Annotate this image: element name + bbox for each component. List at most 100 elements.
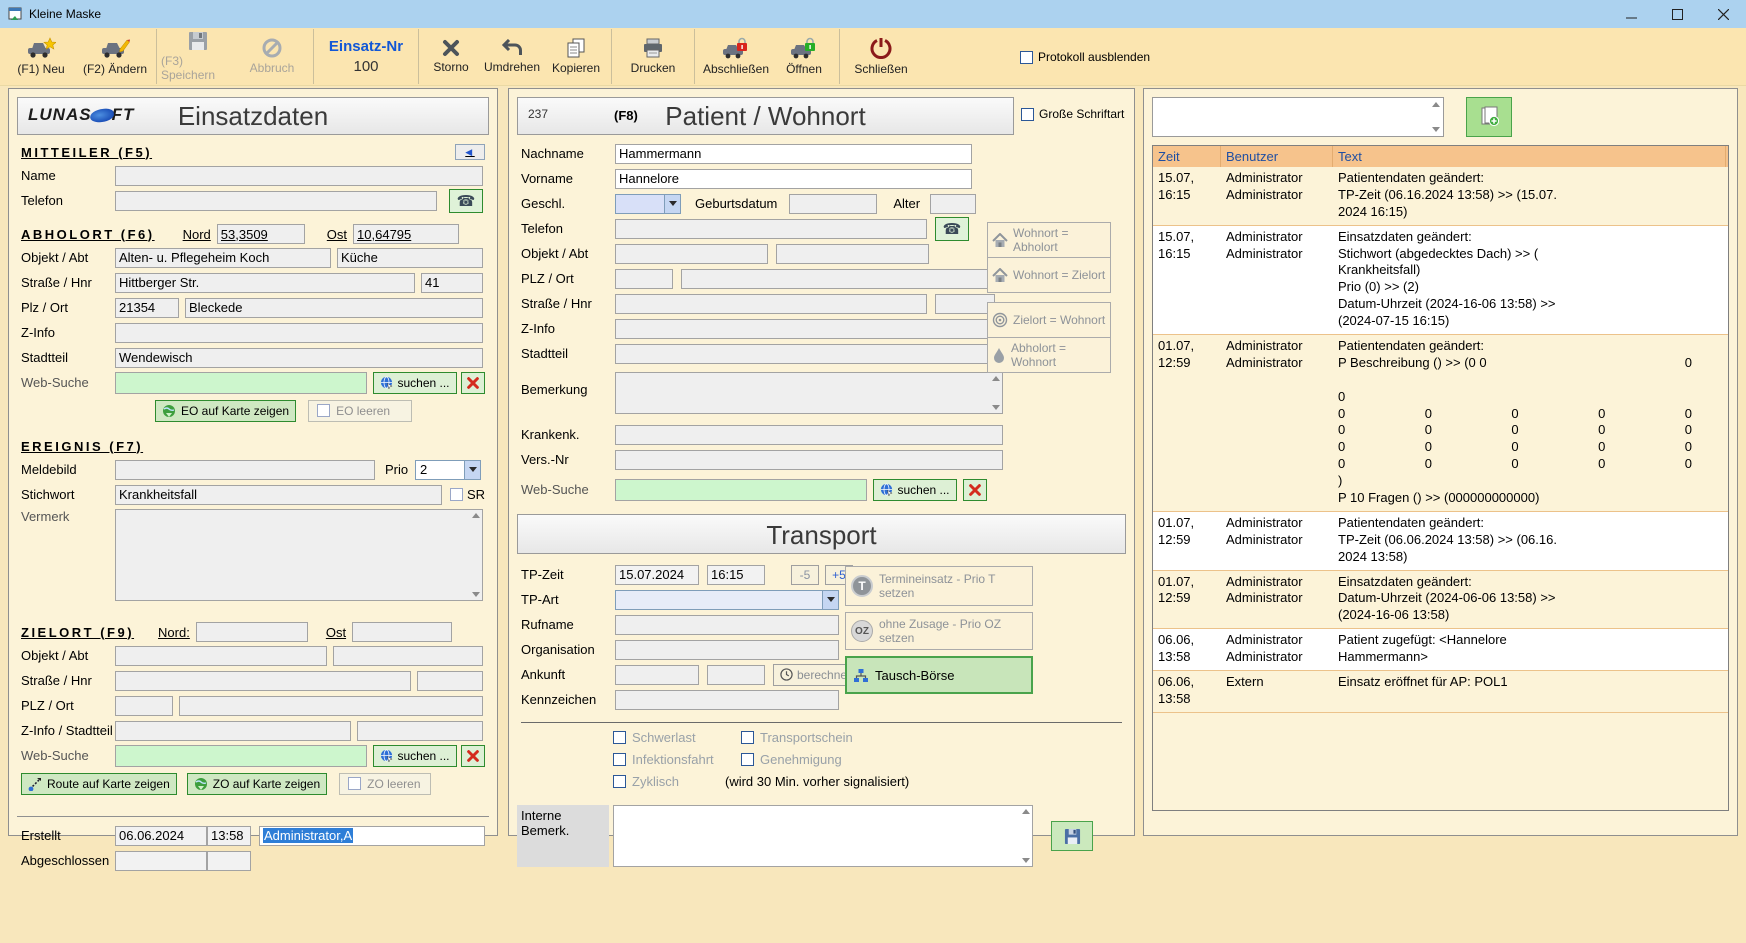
drucken-button[interactable]: Drucken <box>616 30 690 84</box>
chevron-down-icon[interactable] <box>822 590 839 610</box>
patient-suchen-button[interactable]: suchen ... <box>873 479 957 501</box>
genehmigung-checkbox[interactable]: Genehmigung <box>741 752 863 767</box>
log-row[interactable]: 01.07, 12:59 Administrator Administrator… <box>1153 571 1728 630</box>
kopieren-button[interactable]: Kopieren <box>545 30 607 84</box>
neu-button[interactable]: (F1) Neu <box>4 30 78 84</box>
termineinsatz-button[interactable]: T Termineinsatz - Prio T setzen <box>845 566 1033 606</box>
abschliessen-button[interactable]: Abschließen <box>699 30 773 84</box>
bemerkung-textarea[interactable] <box>615 372 1003 414</box>
log-row[interactable]: 06.06, 13:58 Administrator Administrator… <box>1153 629 1728 671</box>
add-protokoll-button[interactable] <box>1466 97 1512 137</box>
wohnort-stadtteil-input[interactable] <box>615 344 1003 364</box>
abgeschlossen-time-input[interactable] <box>207 851 251 871</box>
col-text[interactable]: Text <box>1333 146 1726 167</box>
scroll-up-icon[interactable] <box>472 513 480 518</box>
checkbox-box[interactable] <box>1020 51 1033 64</box>
prio-dropdown[interactable]: 2 <box>415 460 481 480</box>
zielort-stadtteil-input[interactable] <box>357 721 483 741</box>
mitteiler-telefon-input[interactable] <box>115 191 437 211</box>
erstellt-user-field[interactable]: Administrator,A <box>259 826 485 846</box>
zielort-ost-input[interactable] <box>352 622 452 642</box>
abholort-hnr-input[interactable] <box>421 273 483 293</box>
scroll-down-icon[interactable] <box>1022 858 1030 863</box>
abholort-objekt-input[interactable] <box>115 248 331 268</box>
zielort-suchen-button[interactable]: suchen ... <box>373 745 457 767</box>
patient-telefon-input[interactable] <box>615 219 927 239</box>
minimize-button[interactable] <box>1608 0 1654 28</box>
telefon-dial-button[interactable]: ☎ <box>449 189 483 213</box>
schwerlast-checkbox[interactable]: Schwerlast <box>613 730 735 745</box>
route-karte-button[interactable]: Route auf Karte zeigen <box>21 773 177 795</box>
scroll-up-icon[interactable] <box>1432 102 1440 107</box>
zielort-clear-button[interactable] <box>461 745 485 767</box>
umdrehen-button[interactable]: Umdrehen <box>479 30 545 84</box>
zo-karte-button[interactable]: ZO auf Karte zeigen <box>187 773 327 795</box>
tpart-dropdown[interactable] <box>615 590 839 610</box>
zielort-wohnort-button[interactable]: Zielort = Wohnort <box>987 302 1111 338</box>
wohnort-zinfo-input[interactable] <box>615 319 1003 339</box>
zielort-strasse-input[interactable] <box>115 671 411 691</box>
abholort-clear-button[interactable] <box>461 372 485 394</box>
vorname-input[interactable] <box>615 169 972 189</box>
maximize-button[interactable] <box>1654 0 1700 28</box>
stichwort-input[interactable] <box>115 485 442 505</box>
tausch-boerse-button[interactable]: Tausch-Börse <box>845 656 1033 694</box>
abholort-ost-input[interactable] <box>353 224 459 244</box>
versicherten-nr-input[interactable] <box>615 450 1003 470</box>
patient-websuche-input[interactable] <box>615 479 867 501</box>
abholort-strasse-input[interactable] <box>115 273 415 293</box>
erstellt-time-input[interactable] <box>207 826 251 846</box>
alter-input[interactable] <box>930 194 976 214</box>
protokoll-entry-input[interactable] <box>1152 97 1444 137</box>
abbruch-button[interactable]: Abbruch <box>235 30 309 84</box>
zielort-plz-input[interactable] <box>115 696 173 716</box>
krankenkasse-input[interactable] <box>615 425 1003 445</box>
scroll-up-icon[interactable] <box>1022 809 1030 814</box>
zo-leeren-checkbox[interactable]: ZO leeren <box>339 773 431 795</box>
chevron-down-icon[interactable] <box>664 194 681 214</box>
abholort-wohnort-button[interactable]: Abholort = Wohnort <box>987 337 1111 373</box>
zielort-zinfo-input[interactable] <box>115 721 351 741</box>
log-row[interactable]: 15.07, 16:15 Administrator Administrator… <box>1153 226 1728 335</box>
protokoll-ausblenden-checkbox[interactable]: Protokoll ausblenden <box>1020 50 1150 64</box>
abgeschlossen-date-input[interactable] <box>115 851 207 871</box>
meldebild-input[interactable] <box>115 460 375 480</box>
erstellt-date-input[interactable] <box>115 826 207 846</box>
log-row[interactable]: 01.07, 12:59 Administrator Administrator… <box>1153 512 1728 571</box>
chevron-down-icon[interactable] <box>464 460 481 480</box>
zielort-hnr-input[interactable] <box>417 671 483 691</box>
abholort-stadtteil-input[interactable] <box>115 348 483 368</box>
speichern-button[interactable]: (F3) Speichern <box>161 30 235 84</box>
ankunft-time-input[interactable] <box>707 665 765 685</box>
nachname-input[interactable] <box>615 144 972 164</box>
rufname-input[interactable] <box>615 615 839 635</box>
abholort-plz-input[interactable] <box>115 298 179 318</box>
log-row[interactable]: 06.06, 13:58 Extern Einsatz eröffnet für… <box>1153 671 1728 713</box>
scroll-down-icon[interactable] <box>992 405 1000 410</box>
wohnort-plz-input[interactable] <box>615 269 673 289</box>
tpzeit-time-input[interactable] <box>707 565 765 585</box>
save-bemerk-button[interactable] <box>1051 821 1093 851</box>
wohnort-zielort-button[interactable]: Wohnort = Zielort <box>987 257 1111 293</box>
transportschein-checkbox[interactable]: Transportschein <box>741 730 863 745</box>
scroll-down-icon[interactable] <box>1432 127 1440 132</box>
wohnort-abt-input[interactable] <box>776 244 929 264</box>
abholort-websuche-input[interactable] <box>115 372 367 394</box>
aendern-button[interactable]: (F2) Ändern <box>78 30 152 84</box>
minus-5-button[interactable]: -5 <box>791 565 819 585</box>
zielort-nord-input[interactable] <box>196 622 308 642</box>
zielort-abt-input[interactable] <box>333 646 483 666</box>
zielort-ort-input[interactable] <box>179 696 483 716</box>
scroll-down-icon[interactable] <box>472 592 480 597</box>
scroll-up-icon[interactable] <box>992 376 1000 381</box>
mitteiler-name-input[interactable] <box>115 166 483 186</box>
wohnort-abholort-button[interactable]: Wohnort = Abholort <box>987 222 1111 258</box>
col-zeit[interactable]: Zeit <box>1153 146 1221 167</box>
zielort-websuche-input[interactable] <box>115 745 367 767</box>
tpzeit-date-input[interactable] <box>615 565 699 585</box>
infektionsfahrt-checkbox[interactable]: Infektionsfahrt <box>613 752 735 767</box>
zielort-objekt-input[interactable] <box>115 646 327 666</box>
abholort-suchen-button[interactable]: suchen ... <box>373 372 457 394</box>
vermerk-textarea[interactable] <box>115 509 483 601</box>
abholort-zinfo-input[interactable] <box>115 323 483 343</box>
